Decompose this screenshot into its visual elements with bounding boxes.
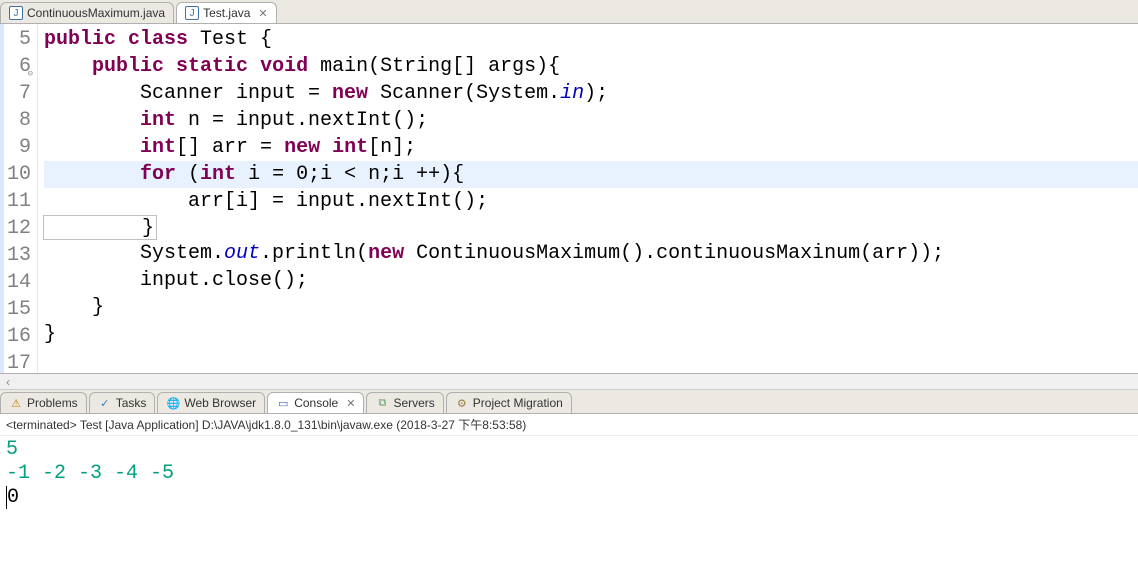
line-number: 9 xyxy=(0,134,31,161)
editor-tab-label: Test.java xyxy=(203,6,250,20)
close-icon[interactable]: ✕ xyxy=(346,397,355,410)
panel-tab-label: Web Browser xyxy=(184,396,256,410)
line-number: 15 xyxy=(0,296,31,323)
panel-tab-label: Servers xyxy=(393,396,434,410)
line-number: 11 xyxy=(0,188,31,215)
servers-icon: ⧉ xyxy=(375,396,389,410)
panel-tab-console[interactable]: ▭ Console ✕ xyxy=(267,392,364,413)
code-line[interactable]: } xyxy=(44,294,1138,321)
console-output[interactable]: 5-1 -2 -3 -4 -50 xyxy=(0,436,1138,562)
bottom-panel-tab-bar: ⚠ Problems ✓ Tasks 🌐 Web Browser ▭ Console ✕ ⧉ Ser… xyxy=(0,390,1138,414)
panel-tab-label: Console xyxy=(294,396,338,410)
editor-tab-bar: J ContinuousMaximum.java J Test.java ✕ xyxy=(0,0,1138,24)
code-line[interactable]: public static void main(String[] args){ xyxy=(44,53,1138,80)
code-line[interactable]: } xyxy=(43,215,157,240)
panel-tab-label: Problems xyxy=(27,396,78,410)
editor-tab-continuousmaximum-java[interactable]: J ContinuousMaximum.java xyxy=(0,2,174,23)
web-browser-icon: 🌐 xyxy=(166,396,180,410)
code-editor[interactable]: 567891011121314151617 public class Test … xyxy=(0,24,1138,374)
line-number: 16 xyxy=(0,323,31,350)
panel-tab-project-migration[interactable]: ⚙ Project Migration xyxy=(446,392,572,413)
line-number: 7 xyxy=(0,80,31,107)
line-number: 13 xyxy=(0,242,31,269)
code-line[interactable]: System.out.println(new ContinuousMaximum… xyxy=(44,240,1138,267)
code-line[interactable]: public class Test { xyxy=(44,26,1138,53)
line-number: 14 xyxy=(0,269,31,296)
code-line[interactable]: int[] arr = new int[n]; xyxy=(44,134,1138,161)
java-file-icon: J xyxy=(9,6,23,20)
panel-tab-problems[interactable]: ⚠ Problems xyxy=(0,392,87,413)
line-number: 5 xyxy=(0,26,31,53)
console-status-line: <terminated> Test [Java Application] D:\… xyxy=(0,414,1138,436)
code-line[interactable]: } xyxy=(44,321,1138,348)
line-number: 6 xyxy=(0,53,31,80)
line-number: 17 xyxy=(0,350,31,374)
line-number: 12 xyxy=(0,215,31,242)
code-line[interactable]: Scanner input = new Scanner(System.in); xyxy=(44,80,1138,107)
problems-icon: ⚠ xyxy=(9,396,23,410)
console-icon: ▭ xyxy=(276,396,290,410)
project-migration-icon: ⚙ xyxy=(455,396,469,410)
code-body[interactable]: public class Test { public static void m… xyxy=(38,24,1138,373)
console-output-line: 0 xyxy=(6,486,1132,510)
code-line[interactable]: int n = input.nextInt(); xyxy=(44,107,1138,134)
code-line[interactable]: for (int i = 0;i < n;i ++){ xyxy=(44,161,1138,188)
editor-tab-test-java[interactable]: J Test.java ✕ xyxy=(176,2,277,23)
tasks-icon: ✓ xyxy=(98,396,112,410)
panel-tab-tasks[interactable]: ✓ Tasks xyxy=(89,392,156,413)
editor-tab-label: ContinuousMaximum.java xyxy=(27,6,165,20)
console-input-line: -1 -2 -3 -4 -5 xyxy=(6,462,1132,486)
line-number: 8 xyxy=(0,107,31,134)
panel-tab-servers[interactable]: ⧉ Servers xyxy=(366,392,443,413)
panel-tab-label: Project Migration xyxy=(473,396,563,410)
code-line[interactable]: input.close(); xyxy=(44,267,1138,294)
line-number-gutter: 567891011121314151617 xyxy=(0,24,38,373)
horizontal-scroll-left-icon[interactable]: ‹ xyxy=(0,374,1138,390)
close-icon[interactable]: ✕ xyxy=(258,7,267,20)
line-number: 10 xyxy=(0,161,31,188)
java-file-icon: J xyxy=(185,6,199,20)
code-line[interactable]: arr[i] = input.nextInt(); xyxy=(44,188,1138,215)
console-input-line: 5 xyxy=(6,438,1132,462)
panel-tab-label: Tasks xyxy=(116,396,147,410)
panel-tab-web-browser[interactable]: 🌐 Web Browser xyxy=(157,392,265,413)
code-line[interactable] xyxy=(44,348,1138,373)
